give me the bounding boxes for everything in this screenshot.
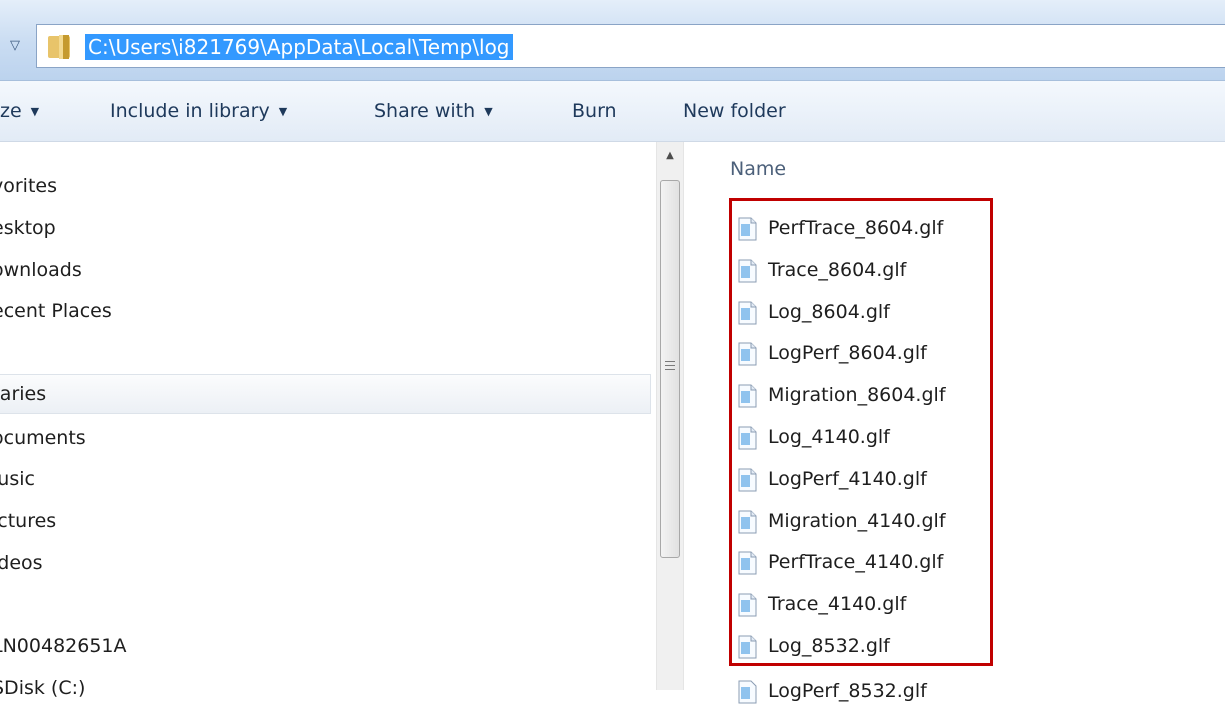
dropdown-arrow-icon: ▼	[30, 105, 40, 118]
glf-file-icon	[738, 342, 757, 366]
nav-item-music[interactable]: lusic	[0, 465, 35, 493]
file-row[interactable]: Trace_4140.glf	[736, 587, 986, 621]
file-row[interactable]: LogPerf_8604.glf	[736, 336, 986, 370]
address-path-text[interactable]: C:\Users\i821769\AppData\Local\Temp\log	[85, 34, 513, 60]
include-in-library-label: Include in library	[110, 100, 270, 122]
file-name: PerfTrace_8604.glf	[768, 217, 944, 239]
organize-button[interactable]: ze ▼	[0, 81, 39, 141]
command-toolbar: ze ▼ Include in library ▼ Share with ▼ Burn…	[0, 81, 1225, 142]
share-with-label: Share with	[374, 100, 476, 122]
file-name: Migration_4140.glf	[768, 510, 946, 532]
scroll-thumb[interactable]	[660, 180, 680, 558]
file-row[interactable]: Migration_4140.glf	[736, 504, 986, 538]
new-folder-label: New folder	[683, 100, 786, 122]
file-row[interactable]: Migration_8604.glf	[736, 378, 986, 412]
file-name: Log_8532.glf	[768, 635, 890, 657]
nav-item-documents[interactable]: ocuments	[0, 424, 86, 452]
glf-file-icon	[738, 217, 757, 241]
nav-hover-highlight	[0, 374, 651, 414]
glf-file-icon	[738, 259, 757, 283]
nav-item-os-disk[interactable]: SDisk (C:)	[0, 674, 85, 702]
nav-item-downloads[interactable]: ownloads	[0, 256, 82, 284]
file-name: LogPerf_8604.glf	[768, 342, 927, 364]
file-name: LogPerf_8532.glf	[768, 680, 927, 702]
nav-item-recent-places[interactable]: ecent Places	[0, 297, 112, 325]
file-name: Log_4140.glf	[768, 426, 890, 448]
address-box[interactable]: C:\Users\i821769\AppData\Local\Temp\log	[36, 24, 1225, 68]
folder-icon	[48, 35, 70, 59]
burn-button[interactable]: Burn	[572, 81, 617, 141]
file-name: PerfTrace_4140.glf	[768, 551, 944, 573]
nav-scrollbar[interactable]: ▲	[656, 142, 684, 690]
file-name: Trace_4140.glf	[768, 593, 907, 615]
file-row[interactable]: Log_8604.glf	[736, 295, 986, 329]
file-row[interactable]: LogPerf_4140.glf	[736, 462, 986, 496]
share-with-button[interactable]: Share with ▼	[374, 81, 493, 141]
column-header-name[interactable]: Name	[730, 158, 786, 180]
file-row[interactable]: PerfTrace_8604.glf	[736, 211, 986, 245]
file-row[interactable]: Trace_8604.glf	[736, 253, 986, 287]
chevron-down-icon[interactable]: ▽	[4, 36, 26, 56]
dropdown-arrow-icon: ▼	[278, 105, 288, 118]
file-name: Log_8604.glf	[768, 301, 890, 323]
glf-file-icon	[738, 384, 757, 408]
address-bar-area: ▽ C:\Users\i821769\AppData\Local\Temp\lo…	[0, 0, 1225, 81]
nav-item-computer[interactable]: LN00482651A	[0, 632, 127, 660]
include-in-library-button[interactable]: Include in library ▼	[110, 81, 287, 141]
burn-label: Burn	[572, 100, 617, 122]
file-name: Migration_8604.glf	[768, 384, 946, 406]
nav-item-libraries[interactable]: raries	[0, 380, 46, 408]
new-folder-button[interactable]: New folder	[683, 81, 786, 141]
glf-file-icon	[738, 426, 757, 450]
glf-file-icon	[738, 593, 757, 617]
glf-file-icon	[738, 510, 757, 534]
file-row[interactable]: Log_4140.glf	[736, 420, 986, 454]
file-name: Trace_8604.glf	[768, 259, 907, 281]
nav-item-desktop[interactable]: esktop	[0, 214, 56, 242]
glf-file-icon	[738, 680, 757, 704]
file-name: LogPerf_4140.glf	[768, 468, 927, 490]
organize-label: ze	[0, 100, 22, 122]
glf-file-icon	[738, 468, 757, 492]
glf-file-icon	[738, 301, 757, 325]
glf-file-icon	[738, 551, 757, 575]
nav-item-favorites[interactable]: vorites	[0, 172, 57, 200]
dropdown-arrow-icon: ▼	[484, 105, 493, 118]
scroll-up-arrow-icon[interactable]: ▲	[657, 146, 683, 166]
nav-item-videos[interactable]: ideos	[0, 549, 43, 577]
file-row[interactable]: Log_8532.glf	[736, 629, 986, 663]
nav-item-pictures[interactable]: ictures	[0, 507, 56, 535]
glf-file-icon	[738, 635, 757, 659]
scroll-grip-icon	[665, 361, 675, 373]
file-row[interactable]: PerfTrace_4140.glf	[736, 545, 986, 579]
file-row-partial[interactable]: LogPerf_8532.glf	[736, 674, 986, 708]
navigation-pane: vorites esktop ownloads ecent Places rar…	[0, 142, 656, 699]
